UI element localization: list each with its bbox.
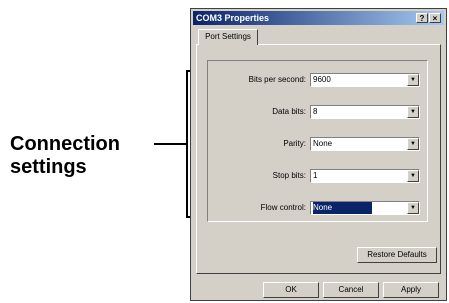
callout-line-1: Connection <box>10 133 120 155</box>
restore-defaults-button[interactable]: Restore Defaults <box>357 247 437 263</box>
stop-bits-label: Stop bits: <box>272 171 306 180</box>
data-bits-select[interactable]: 8 ▼ <box>310 105 420 119</box>
dialog-title: COM3 Properties <box>196 13 270 23</box>
data-bits-label: Data bits: <box>272 107 306 116</box>
tab-panel: Bits per second: 9600 ▼ Data bits: 8 ▼ P… <box>196 44 441 274</box>
callout-line-2: settings <box>10 156 87 178</box>
chevron-down-icon[interactable]: ▼ <box>407 106 419 118</box>
com-properties-dialog: COM3 Properties ? × Port Settings Bits p… <box>190 8 447 301</box>
parity-row: Parity: None ▼ <box>208 137 429 151</box>
stop-bits-value: 1 <box>313 171 318 180</box>
callout-label: Connection settings <box>10 133 120 179</box>
chevron-down-icon[interactable]: ▼ <box>407 202 419 214</box>
parity-label: Parity: <box>283 139 306 148</box>
settings-group: Bits per second: 9600 ▼ Data bits: 8 ▼ P… <box>207 60 428 222</box>
bits-per-second-row: Bits per second: 9600 ▼ <box>208 73 429 87</box>
chevron-down-icon[interactable]: ▼ <box>407 74 419 86</box>
callout-connector-line <box>154 143 188 145</box>
cancel-button[interactable]: Cancel <box>323 282 379 298</box>
help-button[interactable]: ? <box>416 13 428 23</box>
flow-control-select[interactable]: None ▼ <box>310 201 420 215</box>
data-bits-value: 8 <box>313 107 318 116</box>
close-button[interactable]: × <box>429 13 441 23</box>
ok-button[interactable]: OK <box>263 282 319 298</box>
flow-control-label: Flow control: <box>260 203 306 212</box>
chevron-down-icon[interactable]: ▼ <box>407 170 419 182</box>
parity-value: None <box>313 139 333 148</box>
stop-bits-row: Stop bits: 1 ▼ <box>208 169 429 183</box>
data-bits-row: Data bits: 8 ▼ <box>208 105 429 119</box>
stop-bits-select[interactable]: 1 ▼ <box>310 169 420 183</box>
flow-control-row: Flow control: None ▼ <box>208 201 429 215</box>
title-bar[interactable]: COM3 Properties ? × <box>193 11 444 25</box>
chevron-down-icon[interactable]: ▼ <box>407 138 419 150</box>
bits-per-second-value: 9600 <box>313 75 331 84</box>
bits-per-second-select[interactable]: 9600 ▼ <box>310 73 420 87</box>
parity-select[interactable]: None ▼ <box>310 137 420 151</box>
flow-control-value: None <box>313 202 373 214</box>
apply-button[interactable]: Apply <box>383 282 439 298</box>
tab-port-settings[interactable]: Port Settings <box>198 29 258 45</box>
bits-per-second-label: Bits per second: <box>248 75 306 84</box>
